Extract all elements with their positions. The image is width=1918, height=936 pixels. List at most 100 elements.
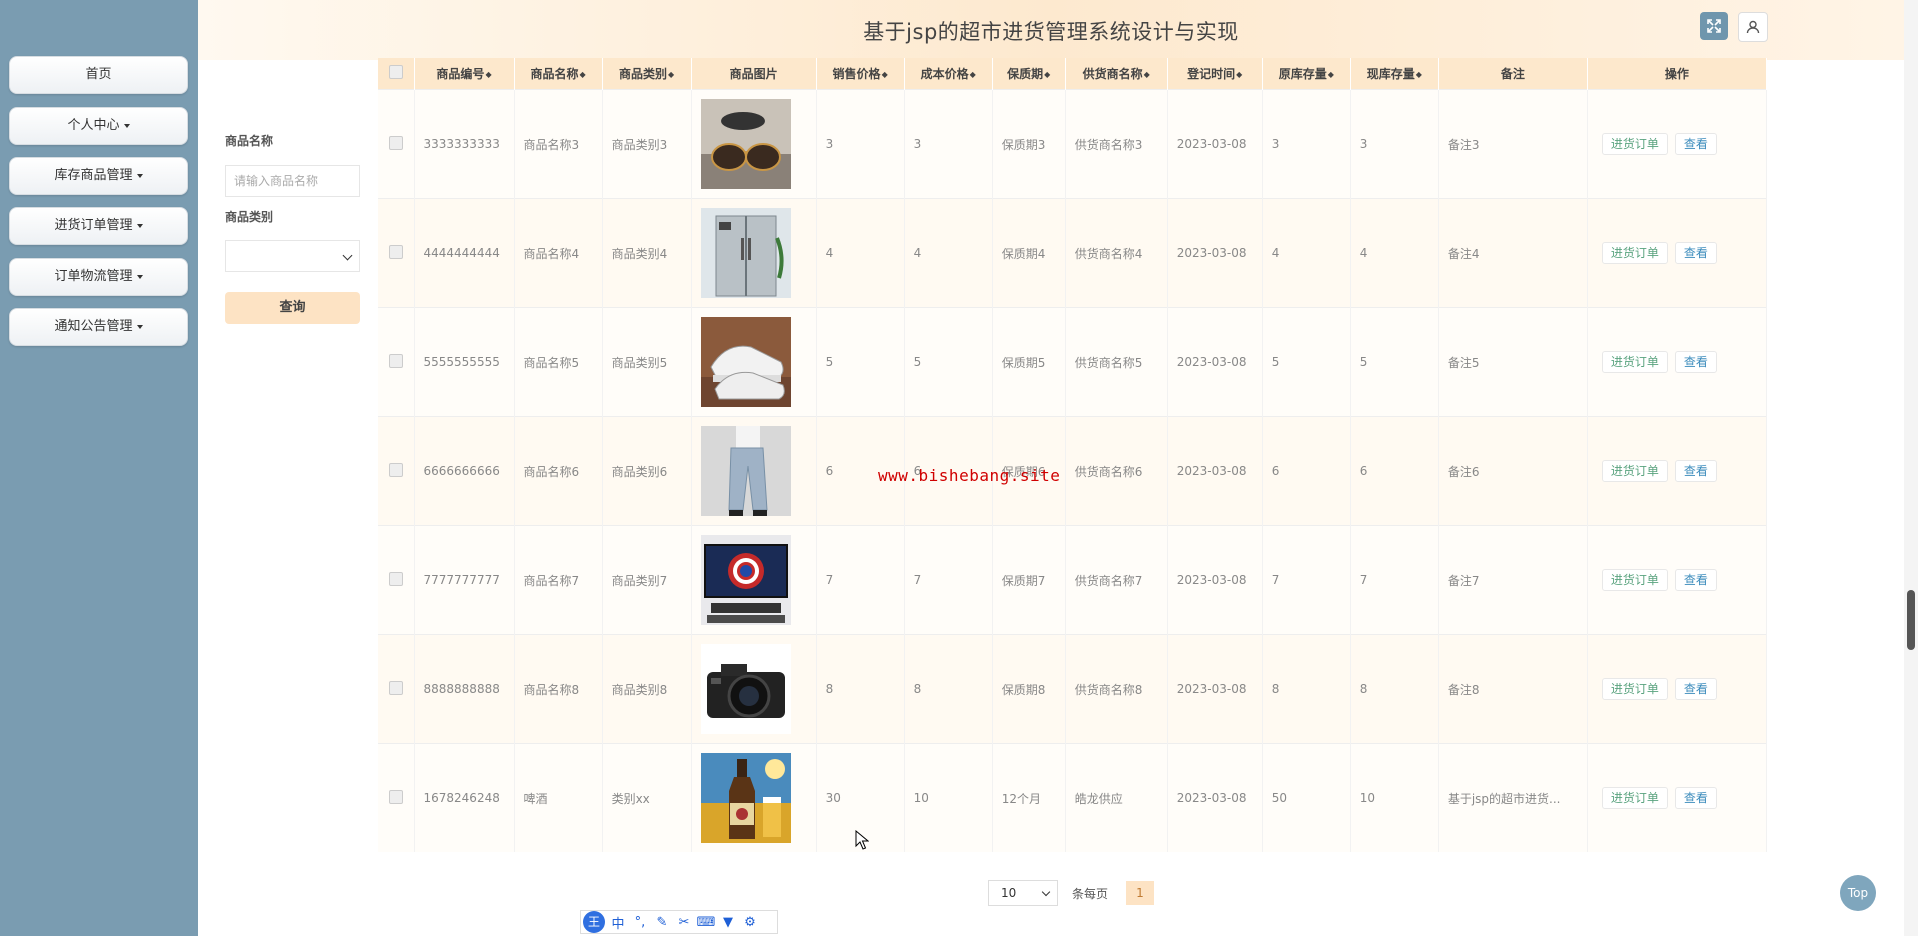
row-checkbox[interactable] (388, 135, 403, 150)
caret-down-icon (136, 324, 143, 329)
sidebar-item-stock-management[interactable]: 库存商品管理 (9, 157, 188, 195)
back-to-top-button[interactable]: Top (1840, 875, 1876, 911)
gear-icon[interactable]: ⚙ (739, 915, 761, 930)
sidebar-item-personal-center[interactable]: 个人中心 (9, 107, 188, 145)
refrigerator-photo[interactable] (700, 208, 791, 298)
sidebar-item-label: 个人中心 (67, 118, 120, 133)
user-button[interactable] (1738, 12, 1768, 42)
cell-current-stock: 8 (1350, 634, 1439, 744)
column-header[interactable]: 登记时间◆ (1167, 58, 1263, 90)
column-header[interactable]: 商品名称◆ (514, 58, 603, 90)
select-all-header (378, 58, 415, 90)
column-header[interactable]: 原库存量◆ (1262, 58, 1351, 90)
pen-icon[interactable]: ✎ (651, 915, 673, 930)
beer-photo[interactable] (700, 753, 791, 843)
column-header[interactable]: 成本价格◆ (904, 58, 993, 90)
purchase-order-button[interactable]: 进货订单 (1601, 569, 1668, 591)
sort-icon: ◆ (1415, 70, 1422, 79)
cell-current-stock: 3 (1350, 89, 1439, 199)
page-scrollbar[interactable] (1904, 0, 1918, 936)
row-checkbox[interactable] (388, 789, 403, 804)
page-size-select[interactable]: 10 (988, 880, 1058, 906)
cell-cost-price: 7 (904, 525, 993, 635)
cell-register-date: 2023-03-08 (1167, 634, 1263, 744)
view-button[interactable]: 查看 (1674, 460, 1717, 482)
scissors-icon[interactable]: ✂ (673, 915, 695, 930)
purchase-order-button[interactable]: 进货订单 (1601, 242, 1668, 264)
cell-actions: 进货订单 查看 (1587, 416, 1768, 526)
page-number-button[interactable]: 1 (1126, 881, 1154, 905)
row-checkbox[interactable] (388, 680, 403, 695)
ime-punctuation-toggle[interactable]: °, (629, 915, 651, 930)
purchase-order-button[interactable]: 进货订单 (1601, 678, 1668, 700)
camera-photo[interactable] (700, 644, 791, 734)
jeans-photo[interactable] (700, 426, 791, 516)
column-header[interactable]: 销售价格◆ (816, 58, 905, 90)
query-button[interactable]: 查询 (225, 292, 360, 324)
column-header: 操作 (1587, 58, 1768, 90)
column-header[interactable]: 现库存量◆ (1350, 58, 1439, 90)
sidebar-item-order-logistics[interactable]: 订单物流管理 (9, 258, 188, 296)
sneaker-photo[interactable] (700, 317, 791, 407)
sunglasses-photo[interactable] (700, 99, 791, 189)
cell-register-date: 2023-03-08 (1167, 89, 1263, 199)
purchase-order-button[interactable]: 进货订单 (1601, 460, 1668, 482)
view-button[interactable]: 查看 (1674, 787, 1717, 809)
row-checkbox[interactable] (388, 353, 403, 368)
view-button[interactable]: 查看 (1674, 242, 1717, 264)
column-header[interactable]: 商品类别◆ (602, 58, 692, 90)
column-header[interactable]: 保质期◆ (992, 58, 1066, 90)
table-row: 8888888888 商品名称8 商品类别8 8 8 保质期8 供货商名称8 2023-03-… (378, 634, 1768, 744)
column-header[interactable]: 商品编号◆ (414, 58, 515, 90)
row-checkbox[interactable] (388, 571, 403, 586)
product-name-input[interactable]: 请输入商品名称 (225, 165, 360, 197)
cell-product-name: 商品名称5 (514, 307, 603, 417)
view-button[interactable]: 查看 (1674, 133, 1717, 155)
cell-product-image (691, 525, 817, 635)
view-button[interactable]: 查看 (1674, 351, 1717, 373)
scrollbar-thumb[interactable] (1907, 590, 1915, 650)
caret-down-icon (136, 223, 143, 228)
select-all-checkbox[interactable] (388, 65, 403, 79)
sidebar-item-purchase-orders[interactable]: 进货订单管理 (9, 207, 188, 245)
cell-note: 备注8 (1438, 634, 1588, 744)
sidebar-item-notices[interactable]: 通知公告管理 (9, 308, 188, 346)
sidebar-item-home[interactable]: 首页 (9, 56, 188, 94)
sidebar-item-label: 进货订单管理 (54, 218, 133, 233)
cell-shelf-life: 保质期3 (992, 89, 1066, 199)
cell-product-id: 5555555555 (414, 307, 515, 417)
fullscreen-button[interactable] (1700, 12, 1728, 40)
monitor-photo[interactable] (700, 535, 791, 625)
row-select-cell (378, 198, 415, 308)
purchase-order-button[interactable]: 进货订单 (1601, 351, 1668, 373)
ime-logo-icon[interactable]: 王 (583, 911, 605, 933)
row-checkbox[interactable] (388, 462, 403, 477)
cell-cost-price: 3 (904, 89, 993, 199)
cell-product-image (691, 743, 817, 852)
purchase-order-button[interactable]: 进货订单 (1601, 787, 1668, 809)
page-title: 基于jsp的超市进货管理系统设计与实现 (863, 20, 1239, 44)
skin-icon[interactable]: ▼ (717, 915, 739, 930)
cell-product-name: 商品名称8 (514, 634, 603, 744)
column-header[interactable]: 供货商名称◆ (1065, 58, 1168, 90)
cell-supplier: 供货商名称8 (1065, 634, 1168, 744)
cell-original-stock: 5 (1262, 307, 1351, 417)
table-row: 3333333333 商品名称3 商品类别3 3 3 保质期3 供货商名称3 2023-03-… (378, 89, 1768, 199)
cell-current-stock: 10 (1350, 743, 1439, 852)
cell-cost-price: 10 (904, 743, 993, 852)
view-button[interactable]: 查看 (1674, 569, 1717, 591)
column-header-label: 登记时间 (1187, 67, 1236, 81)
view-button[interactable]: 查看 (1674, 678, 1717, 700)
cell-note: 备注7 (1438, 525, 1588, 635)
product-category-select[interactable] (225, 240, 360, 272)
chevron-down-icon (342, 250, 353, 261)
cell-product-image (691, 416, 817, 526)
header-bar: 基于jsp的超市进货管理系统设计与实现 (198, 0, 1904, 60)
row-checkbox[interactable] (388, 244, 403, 259)
keyboard-icon[interactable]: ⌨ (695, 915, 717, 930)
sort-icon: ◆ (668, 70, 675, 79)
cell-product-id: 4444444444 (414, 198, 515, 308)
ime-mode-toggle[interactable]: 中 (607, 913, 629, 932)
purchase-order-button[interactable]: 进货订单 (1601, 133, 1668, 155)
sidebar: 首页 个人中心 库存商品管理 进货订单管理 订单物流管理 通知公告管理 (0, 0, 198, 936)
